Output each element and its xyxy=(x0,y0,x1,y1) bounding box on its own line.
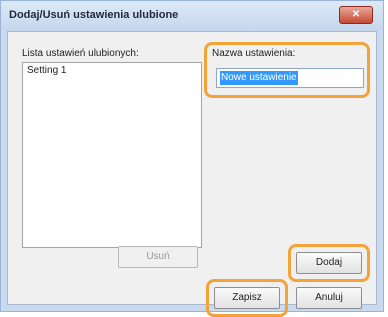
remove-button[interactable]: Usuń xyxy=(118,246,198,268)
save-button-highlight xyxy=(206,279,288,317)
cancel-button[interactable]: Anuluj xyxy=(296,287,362,309)
title-bar: Dodaj/Usuń ustawienia ulubione ✕ xyxy=(1,1,383,31)
dialog-body: Lista ustawień ulubionych: Setting 1 Naz… xyxy=(7,31,377,317)
favorites-list[interactable]: Setting 1 xyxy=(22,62,202,248)
favorites-list-label: Lista ustawień ulubionych: xyxy=(22,48,139,59)
add-button-highlight xyxy=(288,244,370,282)
close-icon: ✕ xyxy=(351,9,361,20)
close-button[interactable]: ✕ xyxy=(339,6,373,24)
name-field-highlight xyxy=(204,42,370,98)
favorites-dialog: Dodaj/Usuń ustawienia ulubione ✕ Lista u… xyxy=(0,0,384,317)
dialog-title: Dodaj/Usuń ustawienia ulubione xyxy=(9,9,179,21)
list-item[interactable]: Setting 1 xyxy=(23,63,201,78)
